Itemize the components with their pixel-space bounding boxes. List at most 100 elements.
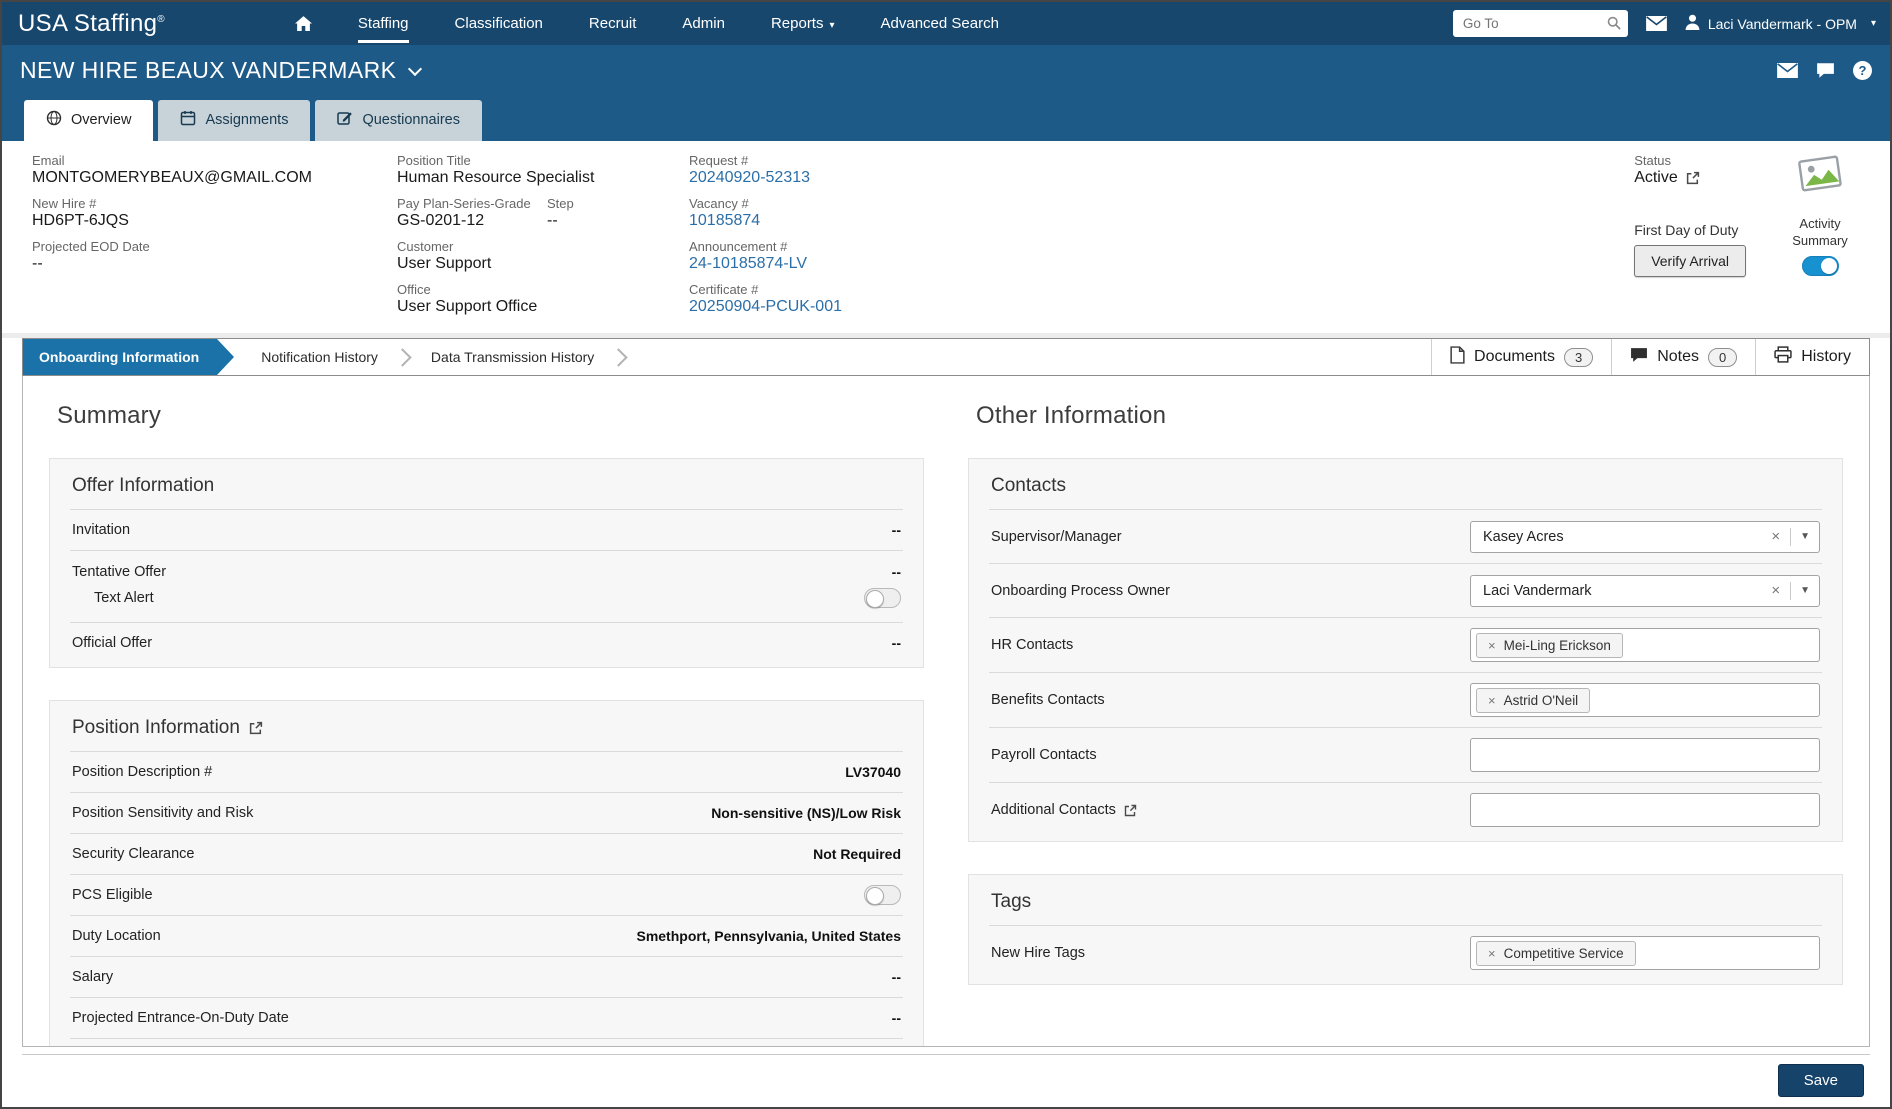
request-link[interactable]: 20240920-52313 xyxy=(689,169,842,187)
remove-tag-icon[interactable]: × xyxy=(1488,946,1496,961)
footer-action-bar: Save xyxy=(22,1054,1870,1107)
documents-button[interactable]: Documents 3 xyxy=(1431,339,1611,375)
position-information-card: Position Information Position Descriptio… xyxy=(49,700,924,1047)
subtab-data-transmission-history[interactable]: Data Transmission History xyxy=(409,339,616,375)
process-owner-selected-value: Laci Vandermark xyxy=(1483,583,1761,599)
new-hire-tag-label: Competitive Service xyxy=(1504,946,1624,961)
tab-overview[interactable]: Overview xyxy=(24,100,153,141)
field-step: Step -- xyxy=(547,196,574,230)
record-tabs: Overview Assignments Questionnaires xyxy=(2,96,1890,141)
history-button[interactable]: History xyxy=(1755,339,1869,375)
activity-summary-toggle[interactable] xyxy=(1802,256,1839,276)
clear-selection-icon[interactable]: × xyxy=(1761,528,1790,545)
comment-icon[interactable] xyxy=(1816,62,1835,79)
field-status: Status Active xyxy=(1634,153,1746,187)
benefits-contacts-input[interactable]: × Astrid O'Neil xyxy=(1470,683,1820,717)
invitation-value: -- xyxy=(892,522,901,538)
pay-plan-step-row: Pay Plan-Series-Grade GS-0201-12 Step -- xyxy=(397,196,689,239)
tab-questionnaires-label: Questionnaires xyxy=(362,112,460,128)
position-description-value: LV37040 xyxy=(845,764,901,780)
position-title-label: Position Title xyxy=(397,153,689,168)
nav-staffing[interactable]: Staffing xyxy=(358,4,409,43)
vacancy-link[interactable]: 10185874 xyxy=(689,212,842,230)
office-value: User Support Office xyxy=(397,298,689,316)
summary-column: Summary Offer Information Invitation -- … xyxy=(49,390,924,1046)
certificate-link[interactable]: 20250904-PCUK-001 xyxy=(689,298,842,316)
page-title: NEW HIRE BEAUX VANDERMARK xyxy=(20,57,396,84)
history-icon xyxy=(1774,346,1792,368)
tab-questionnaires[interactable]: Questionnaires xyxy=(315,100,482,141)
notes-count-badge: 0 xyxy=(1708,348,1737,367)
save-button[interactable]: Save xyxy=(1778,1064,1864,1097)
hr-contacts-label: HR Contacts xyxy=(991,637,1073,653)
mail-icon[interactable] xyxy=(1646,16,1667,31)
text-alert-toggle[interactable] xyxy=(864,588,901,608)
external-link-icon[interactable] xyxy=(1686,171,1700,185)
chevron-down-icon[interactable] xyxy=(408,61,422,75)
nav-admin[interactable]: Admin xyxy=(682,4,725,43)
hr-contact-tag-label: Mei-Ling Erickson xyxy=(1504,638,1611,653)
chevron-down-icon[interactable]: ▼ xyxy=(1791,531,1819,542)
verify-arrival-button[interactable]: Verify Arrival xyxy=(1634,245,1746,277)
user-menu[interactable]: Laci Vandermark - OPM ▾ xyxy=(1685,14,1876,33)
text-alert-label: Text Alert xyxy=(94,590,154,606)
supervisor-select[interactable]: Kasey Acres × ▼ xyxy=(1470,521,1820,553)
security-clearance-value: Not Required xyxy=(813,846,901,862)
summary-heading: Summary xyxy=(57,402,924,430)
row-hr-contacts: HR Contacts × Mei-Ling Erickson xyxy=(989,617,1822,672)
new-hire-tags-input[interactable]: × Competitive Service xyxy=(1470,936,1820,970)
announcement-label: Announcement # xyxy=(689,239,842,254)
subtab-notification-history[interactable]: Notification History xyxy=(239,339,400,375)
user-icon xyxy=(1685,14,1700,33)
row-text-alert: Text Alert xyxy=(70,584,903,622)
payroll-contacts-input[interactable] xyxy=(1470,738,1820,772)
nav-reports[interactable]: Reports▾ xyxy=(771,4,835,43)
field-request-number: Request # 20240920-52313 xyxy=(689,153,842,187)
additional-contacts-input[interactable] xyxy=(1470,793,1820,827)
hr-contacts-input[interactable]: × Mei-Ling Erickson xyxy=(1470,628,1820,662)
home-icon[interactable] xyxy=(295,16,312,31)
process-owner-select[interactable]: Laci Vandermark × ▼ xyxy=(1470,575,1820,607)
position-description-label: Position Description # xyxy=(72,764,212,780)
chevron-down-icon: ▾ xyxy=(829,20,834,31)
nav-advanced-search[interactable]: Advanced Search xyxy=(881,4,999,43)
external-link-icon[interactable] xyxy=(1124,804,1137,817)
panel-column-staffing-links: Request # 20240920-52313 Vacancy # 10185… xyxy=(689,153,842,325)
announcement-link[interactable]: 24-10185874-LV xyxy=(689,255,842,273)
goto-search xyxy=(1453,10,1628,37)
row-invitation: Invitation -- xyxy=(70,509,903,550)
goto-input[interactable] xyxy=(1453,10,1628,37)
salary-value: -- xyxy=(892,969,901,985)
remove-tag-icon[interactable]: × xyxy=(1488,693,1496,708)
field-vacancy-number: Vacancy # 10185874 xyxy=(689,196,842,230)
external-link-icon[interactable] xyxy=(249,721,263,735)
help-icon[interactable]: ? xyxy=(1853,61,1872,80)
tab-overview-label: Overview xyxy=(71,112,131,128)
invitation-label: Invitation xyxy=(72,522,130,538)
new-hire-value: HD6PT-6JQS xyxy=(32,212,397,230)
chevron-down-icon[interactable]: ▼ xyxy=(1791,585,1819,596)
row-supervisor-manager: Supervisor/Manager Kasey Acres × ▼ xyxy=(989,509,1822,563)
search-icon[interactable] xyxy=(1607,16,1621,35)
duty-location-label: Duty Location xyxy=(72,928,161,944)
position-sensitivity-value: Non-sensitive (NS)/Low Risk xyxy=(711,805,901,821)
nav-classification[interactable]: Classification xyxy=(455,4,543,43)
customer-label: Customer xyxy=(397,239,689,254)
registered-mark: ® xyxy=(157,14,165,25)
subtab-onboarding-label: Onboarding Information xyxy=(39,349,199,365)
benefits-contact-tag-label: Astrid O'Neil xyxy=(1504,693,1579,708)
pcs-eligible-label: PCS Eligible xyxy=(72,887,153,903)
app-logo[interactable]: USA Staffing® xyxy=(18,10,165,38)
supervisor-label: Supervisor/Manager xyxy=(991,529,1122,545)
mail-icon[interactable] xyxy=(1777,63,1798,78)
other-information-heading: Other Information xyxy=(976,402,1843,430)
clear-selection-icon[interactable]: × xyxy=(1761,582,1790,599)
notes-button[interactable]: Notes 0 xyxy=(1611,339,1755,375)
hr-contact-tag: × Mei-Ling Erickson xyxy=(1476,633,1623,658)
payroll-contacts-label: Payroll Contacts xyxy=(991,747,1097,763)
remove-tag-icon[interactable]: × xyxy=(1488,638,1496,653)
nav-recruit[interactable]: Recruit xyxy=(589,4,637,43)
tab-assignments[interactable]: Assignments xyxy=(158,100,310,141)
subtab-onboarding-information[interactable]: Onboarding Information xyxy=(23,339,217,375)
pcs-eligible-toggle[interactable] xyxy=(864,885,901,905)
